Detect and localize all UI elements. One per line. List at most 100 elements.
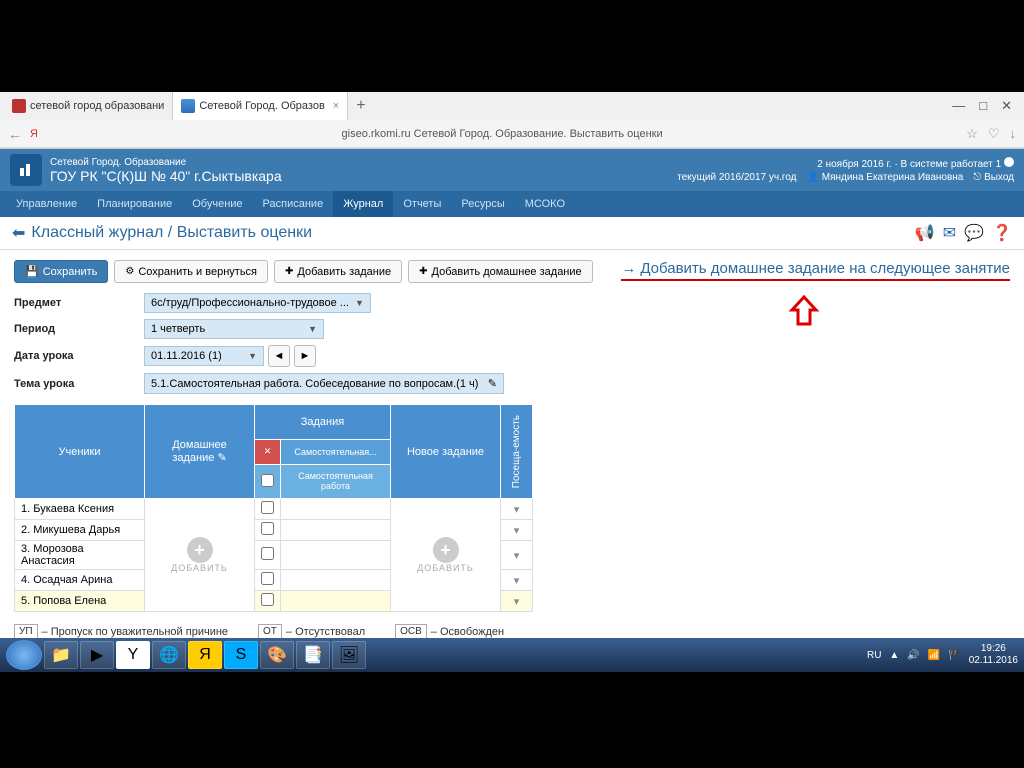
grade-cell[interactable] [281, 499, 391, 520]
attendance-cell[interactable]: ▾ [501, 541, 533, 570]
task-checkbox-all[interactable] [255, 464, 281, 499]
task-checkbox[interactable] [255, 520, 281, 541]
attendance-cell[interactable]: ▾ [501, 591, 533, 612]
breadcrumb-bar: ⬅ Классный журнал / Выставить оценки 📢 ✉… [0, 217, 1024, 250]
close-tab-icon[interactable]: × [333, 100, 339, 112]
taskbar-app-icon[interactable]: Я [188, 641, 222, 669]
save-back-button[interactable]: Сохранить и вернуться [114, 260, 268, 283]
browser-tab[interactable]: сетевой город образовани [4, 92, 173, 120]
col-tasks: Задания [255, 405, 391, 440]
legend-code: ОТ [258, 624, 282, 639]
close-window-button[interactable]: ✕ [1001, 98, 1012, 114]
taskbar-app-icon[interactable]: S [224, 641, 258, 669]
maximize-button[interactable]: □ [979, 98, 987, 114]
chat-icon[interactable]: 💬 [964, 223, 984, 243]
taskbar-app-icon[interactable]: 📁 [44, 641, 78, 669]
breadcrumb: Классный журнал / Выставить оценки [31, 224, 312, 242]
attendance-cell[interactable]: ▾ [501, 499, 533, 520]
add-next-homework-link[interactable]: → Добавить домашнее задание на следующее… [621, 260, 1010, 281]
mail-icon[interactable]: ✉ [943, 223, 956, 243]
minimize-button[interactable]: — [952, 98, 965, 114]
grade-cell[interactable] [281, 591, 391, 612]
addr-icon[interactable]: ♡ [988, 126, 1000, 142]
new-tab-button[interactable]: + [348, 97, 373, 115]
subject-select[interactable]: 6с/труд/Профессионально-трудовое ...▼ [144, 293, 371, 313]
start-button[interactable] [6, 640, 42, 670]
nav-schedule[interactable]: Расписание [253, 191, 334, 217]
legend-code: ОСВ [395, 624, 427, 639]
addr-icon[interactable]: ↓ [1010, 126, 1017, 142]
save-button[interactable]: 💾 Сохранить [14, 260, 108, 283]
taskbar-app-icon[interactable]: 🌐 [152, 641, 186, 669]
grade-cell[interactable] [281, 520, 391, 541]
tray-flag-icon[interactable]: 🏴 [948, 650, 960, 661]
topic-field[interactable]: 5.1.Самостоятельная работа. Собеседовани… [144, 373, 504, 394]
nav-planning[interactable]: Планирование [87, 191, 182, 217]
back-icon[interactable]: ⬅ [12, 223, 25, 243]
attendance-cell[interactable]: ▾ [501, 570, 533, 591]
homework-cell[interactable]: +ДОБАВИТЬ [145, 499, 255, 612]
school-year: текущий 2016/2017 уч.год [677, 172, 796, 183]
edit-icon[interactable]: ✎ [217, 452, 226, 464]
help-icon[interactable]: ❓ [992, 223, 1012, 243]
nav-journal[interactable]: Журнал [333, 191, 393, 217]
system-tray: RU ▲ 🔊 📶 🏴 19:26 02.11.2016 [867, 643, 1018, 667]
browser-badge: Я [30, 128, 38, 140]
add-homework-button[interactable]: Добавить домашнее задание [408, 260, 593, 283]
new-task-cell[interactable]: +ДОБАВИТЬ [391, 499, 501, 612]
edit-icon[interactable]: ✎ [488, 377, 497, 390]
period-select[interactable]: 1 четверть▼ [144, 319, 324, 339]
nav-reports[interactable]: Отчеты [393, 191, 451, 217]
tab-title: Сетевой Город. Образов [199, 100, 324, 112]
tray-network-icon[interactable]: 📶 [928, 650, 940, 661]
task-checkbox[interactable] [255, 541, 281, 570]
windows-taskbar: 📁 ▶ Y 🌐 Я S 🎨 📑 🖼 RU ▲ 🔊 📶 🏴 19:26 02.11… [0, 638, 1024, 672]
browser-chrome: сетевой город образовани Сетевой Город. … [0, 92, 1024, 149]
task-name-header[interactable]: Самостоятельная... [281, 439, 391, 464]
tray-clock[interactable]: 19:26 02.11.2016 [969, 643, 1018, 667]
addr-icon[interactable]: ☆ [966, 126, 978, 142]
next-date-button[interactable]: ► [294, 345, 316, 367]
nav-management[interactable]: Управление [6, 191, 87, 217]
prev-date-button[interactable]: ◄ [268, 345, 290, 367]
legend-text: – Пропуск по уважительной причине [42, 626, 228, 638]
subject-label: Предмет [14, 297, 144, 309]
legend-text: – Отсутствовал [286, 626, 365, 638]
announce-icon[interactable]: 📢 [915, 223, 935, 243]
add-icon[interactable]: + [187, 537, 213, 563]
task-delete-icon[interactable]: ✕ [255, 439, 281, 464]
legend-text: – Освобожден [431, 626, 504, 638]
tray-lang[interactable]: RU [867, 650, 881, 661]
app-header: Сетевой Город. Образование ГОУ РК "С(К)Ш… [0, 149, 1024, 191]
app-subtitle: Сетевой Город. Образование [50, 157, 677, 168]
favicon-icon [181, 99, 195, 113]
grade-cell[interactable] [281, 541, 391, 570]
tray-expand-icon[interactable]: ▲ [889, 650, 899, 661]
taskbar-app-icon[interactable]: Y [116, 641, 150, 669]
logout-button[interactable]: ⎋ Выход [973, 172, 1014, 183]
nav-back-button[interactable]: ← [8, 126, 22, 142]
task-checkbox[interactable] [255, 591, 281, 612]
tray-volume-icon[interactable]: 🔊 [907, 650, 919, 661]
add-task-button[interactable]: Добавить задание [274, 260, 402, 283]
topic-label: Тема урока [14, 378, 144, 390]
grade-cell[interactable] [281, 570, 391, 591]
add-icon[interactable]: + [433, 537, 459, 563]
tab-bar: сетевой город образовани Сетевой Город. … [0, 92, 1024, 120]
nav-resources[interactable]: Ресурсы [451, 191, 514, 217]
date-select[interactable]: 01.11.2016 (1)▼ [144, 346, 264, 366]
browser-tab-active[interactable]: Сетевой Город. Образов × [173, 92, 348, 120]
task-checkbox[interactable] [255, 570, 281, 591]
taskbar-app-icon[interactable]: 📑 [296, 641, 330, 669]
nav-msoko[interactable]: МСОКО [515, 191, 575, 217]
nav-education[interactable]: Обучение [182, 191, 252, 217]
attendance-cell[interactable]: ▾ [501, 520, 533, 541]
task-checkbox[interactable] [255, 499, 281, 520]
taskbar-app-icon[interactable]: 🖼 [332, 641, 366, 669]
url-display[interactable]: giseo.rkomi.ru Сетевой Город. Образовани… [46, 128, 958, 140]
taskbar-app-icon[interactable]: 🎨 [260, 641, 294, 669]
favicon-icon [12, 99, 26, 113]
user-name[interactable]: 👤 Мяндина Екатерина Ивановна [807, 172, 964, 183]
taskbar-app-icon[interactable]: ▶ [80, 641, 114, 669]
content-area: 💾 Сохранить Сохранить и вернуться Добави… [0, 250, 1024, 691]
